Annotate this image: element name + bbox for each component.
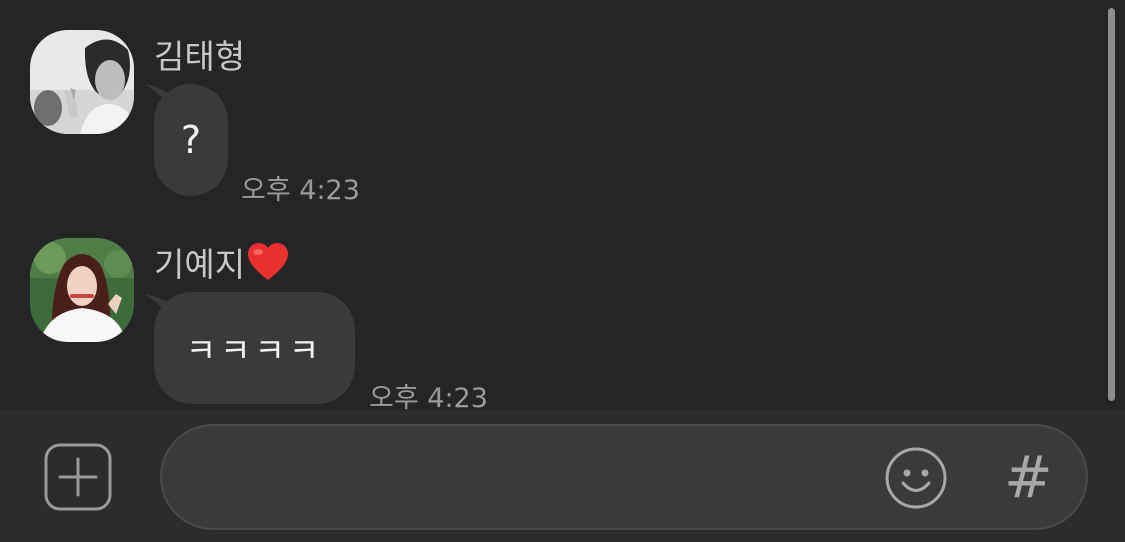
- message-time: 오후 4:23: [241, 175, 360, 206]
- sender-name: 김태형: [154, 37, 246, 76]
- attach-button[interactable]: [44, 443, 112, 511]
- scrollbar[interactable]: [1108, 8, 1115, 401]
- smiley-icon: [885, 447, 947, 509]
- avatar[interactable]: [30, 30, 134, 134]
- input-bar: #: [0, 410, 1125, 542]
- message-input[interactable]: [192, 426, 876, 530]
- hashtag-button[interactable]: #: [1004, 440, 1053, 514]
- avatar[interactable]: [30, 238, 134, 342]
- message-input-field[interactable]: #: [160, 424, 1088, 530]
- chat-area[interactable]: 김태형 ? 오후 4:23 기예지 ㅋㅋㅋㅋ 오후 4:23: [0, 0, 1125, 414]
- sender-name: 기예지: [154, 238, 289, 286]
- emoji-button[interactable]: [884, 446, 948, 510]
- plus-icon: [44, 443, 112, 511]
- message-text: ㅋㅋㅋㅋ: [185, 331, 324, 370]
- message-bubble[interactable]: ?: [154, 84, 228, 196]
- sender-name-text: 기예지: [154, 245, 246, 284]
- message-bubble[interactable]: ㅋㅋㅋㅋ: [154, 292, 355, 404]
- message-text: ?: [180, 118, 202, 162]
- heart-icon: [248, 243, 289, 280]
